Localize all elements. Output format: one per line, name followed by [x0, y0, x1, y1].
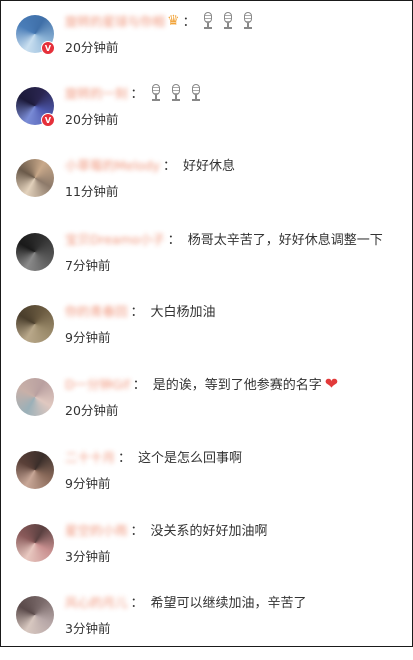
- timestamp: 3分钟前: [65, 549, 111, 564]
- timestamp: 7分钟前: [65, 258, 111, 273]
- avatar[interactable]: [16, 596, 54, 634]
- comment-line: 二十十月： 这个是怎么回事啊: [65, 447, 242, 466]
- comment-text: 没关系的好好加油啊: [150, 524, 268, 539]
- username-link[interactable]: D一分钟Gif: [65, 374, 130, 393]
- username-link[interactable]: 宝贝Dreamo小子: [65, 229, 165, 248]
- comment-item: 小草莓的Melody： 好好休息 11分钟前: [1, 153, 412, 223]
- comment-text: 好好休息: [182, 159, 235, 174]
- colon-separator: ：: [132, 378, 146, 393]
- username-link[interactable]: 星空的小雨: [65, 520, 128, 539]
- microphone-icon: [243, 12, 253, 29]
- timestamp: 3分钟前: [65, 621, 111, 636]
- comment-item: 二十十月： 这个是怎么回事啊 9分钟前: [1, 445, 412, 515]
- microphone-icon: [151, 84, 161, 101]
- avatar[interactable]: [16, 159, 54, 197]
- comment-list: V 旋转的星球与你相 ♛： 20分钟前 V 旋转的一刻： 20分钟前 小草莓的Melody：好…: [0, 0, 413, 647]
- microphone-icon: [191, 84, 201, 101]
- username-link[interactable]: 小草莓的Melody: [65, 155, 160, 174]
- comment-line: D一分钟Gif： 是的诶，等到了他参赛的名字 ❤: [65, 374, 338, 393]
- crown-icon: ♛: [167, 12, 180, 29]
- avatar[interactable]: [16, 305, 54, 343]
- comment-line: 风心的月儿： 希望可以继续加油，辛苦了: [65, 592, 307, 611]
- microphone-icon: [171, 84, 181, 101]
- colon-separator: ：: [167, 233, 181, 248]
- colon-separator: ：: [182, 15, 196, 30]
- colon-separator: ：: [130, 305, 144, 320]
- comment-text: 希望可以继续加油，辛苦了: [150, 596, 307, 611]
- verified-badge-icon: V: [41, 41, 55, 55]
- timestamp: 9分钟前: [65, 330, 111, 345]
- comment-text: 这个是怎么回事啊: [138, 451, 243, 466]
- comment-line: 星空的小雨： 没关系的好好加油啊: [65, 520, 268, 539]
- timestamp: 9分钟前: [65, 476, 111, 491]
- colon-separator: ：: [118, 451, 132, 466]
- timestamp: 20分钟前: [65, 403, 119, 418]
- username-link[interactable]: 旋转的一刻: [65, 83, 128, 102]
- avatar[interactable]: [16, 451, 54, 489]
- username-link[interactable]: 二十十月: [65, 447, 115, 466]
- comment-item: D一分钟Gif： 是的诶，等到了他参赛的名字 ❤ 20分钟前: [1, 372, 412, 442]
- microphone-icon: [223, 12, 233, 29]
- colon-separator: ：: [162, 159, 176, 174]
- comment-text: 是的诶，等到了他参赛的名字: [152, 378, 322, 393]
- comment-item: V 旋转的一刻： 20分钟前: [1, 81, 412, 151]
- comment-line: 宝贝Dreamo小子： 杨哥太辛苦了，好好休息调整一下: [65, 229, 383, 248]
- comment-item: 风心的月儿： 希望可以继续加油，辛苦了 3分钟前: [1, 590, 412, 660]
- colon-separator: ：: [130, 596, 144, 611]
- comment-item: 星空的小雨： 没关系的好好加油啊 3分钟前: [1, 518, 412, 588]
- timestamp: 20分钟前: [65, 40, 119, 55]
- colon-separator: ：: [130, 524, 144, 539]
- comment-item: 宝贝Dreamo小子： 杨哥太辛苦了，好好休息调整一下 7分钟前: [1, 227, 412, 297]
- comment-line: 你的青春回： 大白杨加油: [65, 301, 216, 320]
- avatar[interactable]: [16, 524, 54, 562]
- comment-text: 杨哥太辛苦了，好好休息调整一下: [187, 233, 383, 248]
- avatar[interactable]: [16, 378, 54, 416]
- username-link[interactable]: 风心的月儿: [65, 592, 128, 611]
- broken-heart-icon: ❤: [324, 374, 339, 393]
- comment-line: 小草莓的Melody： 好好休息: [65, 155, 235, 174]
- microphone-icon: [203, 12, 213, 29]
- comment-item: V 旋转的星球与你相 ♛： 20分钟前: [1, 9, 412, 79]
- comment-line: 旋转的星球与你相 ♛：: [65, 11, 263, 30]
- avatar[interactable]: [16, 233, 54, 271]
- comment-text: 大白杨加油: [150, 305, 216, 320]
- timestamp: 11分钟前: [65, 184, 119, 199]
- comment-item: 你的青春回： 大白杨加油 9分钟前: [1, 299, 412, 369]
- verified-badge-icon: V: [41, 113, 55, 127]
- username-link[interactable]: 你的青春回: [65, 301, 128, 320]
- comment-line: 旋转的一刻：: [65, 83, 211, 102]
- colon-separator: ：: [130, 87, 144, 102]
- timestamp: 20分钟前: [65, 112, 119, 127]
- username-link[interactable]: 旋转的星球与你相: [65, 11, 165, 30]
